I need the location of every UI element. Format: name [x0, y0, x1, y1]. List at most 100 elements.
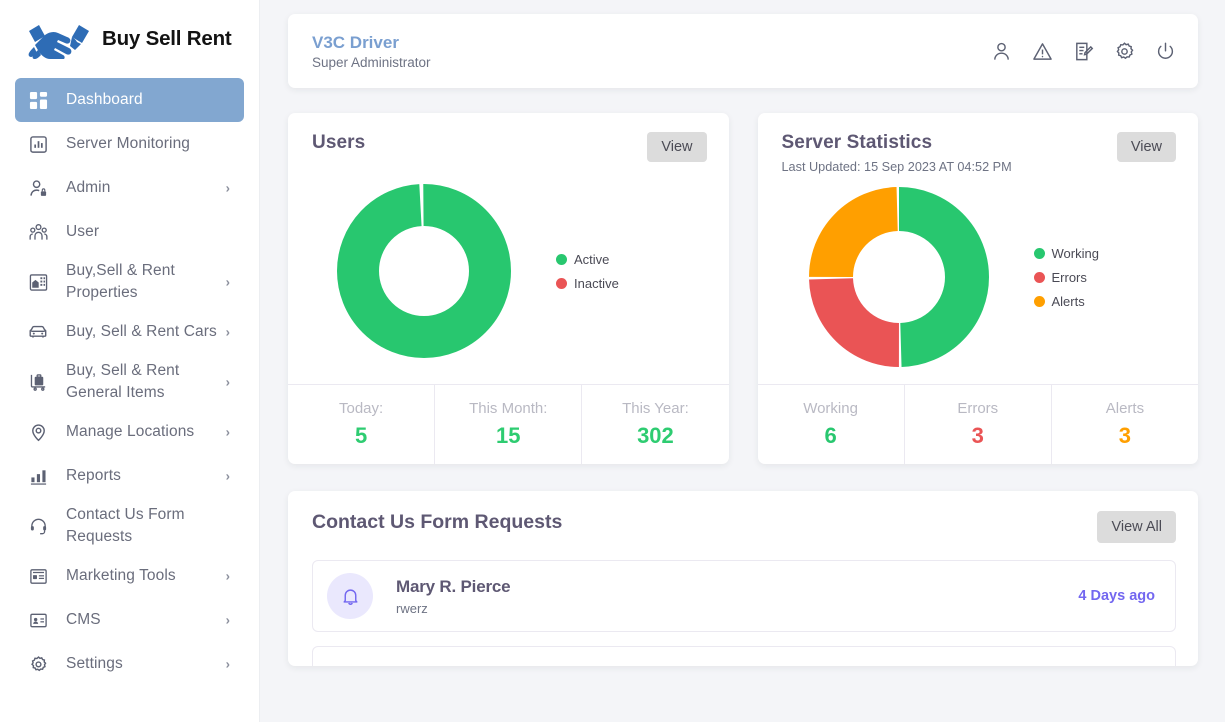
- sidebar-item-buy-sell-rent-cars[interactable]: Buy, Sell & Rent Cars ›: [15, 310, 244, 354]
- stat-value: 5: [354, 423, 368, 448]
- sidebar-item-label: Admin: [66, 179, 111, 196]
- server-view-button[interactable]: View: [1116, 132, 1176, 162]
- legend-label: Working: [1051, 245, 1099, 261]
- stat-value: 15: [496, 423, 521, 448]
- building-icon: [26, 270, 50, 294]
- chevron-right-icon: ›: [225, 568, 230, 584]
- bar-chart-icon: [26, 464, 50, 488]
- power-icon[interactable]: [1154, 40, 1176, 62]
- stat-value: 3: [971, 423, 984, 448]
- users-card: Users View Active Inactive Today: 5 This…: [288, 113, 729, 464]
- legend-item: Inactive: [556, 276, 619, 291]
- stat-value: 3: [1118, 423, 1132, 448]
- chevron-right-icon: ›: [225, 424, 230, 440]
- sidebar-item-label: Buy, Sell & Rent Cars: [66, 323, 217, 340]
- legend-dot-alerts: [1033, 295, 1045, 307]
- headset-icon: [26, 514, 50, 538]
- legend-dot-inactive: [556, 277, 567, 289]
- server-card-header: Server Statistics Last Updated: 15 Sep 2…: [758, 113, 1199, 174]
- sidebar-item-user[interactable]: User: [15, 210, 244, 254]
- server-chart-area: Working Errors Alerts: [758, 174, 1199, 384]
- sidebar-item-label: Marketing Tools: [66, 567, 176, 584]
- server-chart-legend: Working Errors Alerts: [1033, 245, 1099, 309]
- sidebar-item-label: Manage Locations: [66, 423, 195, 440]
- stat-cell-working: Working 6: [758, 385, 904, 464]
- sidebar-item-cms[interactable]: CMS ›: [15, 598, 244, 642]
- main-content: V3C Driver Super Administrator Users Vie…: [260, 0, 1225, 722]
- stat-cell-errors: Errors 3: [903, 385, 1051, 464]
- sidebar-item-label: Buy, Sell & Rent General Items: [66, 362, 180, 401]
- users-view-button[interactable]: View: [647, 132, 707, 162]
- user-lock-icon: [26, 176, 50, 200]
- edit-document-icon[interactable]: [1072, 40, 1094, 62]
- legend-label: Alerts: [1051, 293, 1085, 309]
- dashboard-cards-row: Users View Active Inactive Today: 5 This…: [288, 113, 1198, 464]
- app-root: Buy Sell Rent Dashboard Server Monitorin…: [0, 0, 1225, 722]
- sidebar-item-label: Contact Us Form Requests: [66, 506, 185, 545]
- topbar-user-name: V3C Driver: [312, 33, 399, 53]
- sidebar-item-manage-locations[interactable]: Manage Locations ›: [15, 410, 244, 454]
- stat-label: Alerts: [1105, 400, 1145, 417]
- users-group-icon: [26, 220, 50, 244]
- sidebar-item-label: Reports: [66, 467, 121, 484]
- car-icon: [26, 320, 50, 344]
- map-pin-icon: [26, 420, 50, 444]
- stat-label: Today:: [338, 400, 384, 417]
- legend-dot-active: [556, 253, 567, 265]
- sidebar-item-dashboard[interactable]: Dashboard: [15, 78, 244, 122]
- bell-icon: [327, 573, 373, 619]
- sidebar-item-label: Dashboard: [66, 91, 143, 108]
- brand-logo[interactable]: Buy Sell Rent: [0, 0, 259, 78]
- topbar-user-block: V3C Driver Super Administrator: [312, 32, 431, 69]
- profile-icon[interactable]: [990, 40, 1012, 62]
- legend-dot-errors: [1033, 271, 1045, 283]
- sidebar-item-buy-sell-rent-properties[interactable]: Buy,Sell & Rent Properties ›: [15, 254, 244, 310]
- chevron-right-icon: ›: [225, 468, 230, 484]
- sidebar-item-buy-sell-rent-general-items[interactable]: Buy, Sell & Rent General Items ›: [15, 354, 244, 410]
- contact-request-time: 4 Days ago: [1078, 588, 1155, 604]
- contact-request-name: Mary R. Pierce: [396, 576, 511, 596]
- sidebar-item-settings[interactable]: Settings ›: [15, 642, 244, 686]
- contact-view-all-button[interactable]: View All: [1097, 511, 1176, 543]
- contact-requests-title: Contact Us Form Requests: [312, 511, 563, 533]
- sidebar-item-admin[interactable]: Admin ›: [15, 166, 244, 210]
- server-card-title: Server Statistics: [781, 132, 933, 153]
- sidebar-item-label: CMS: [66, 611, 101, 628]
- sidebar-item-label: Server Monitoring: [66, 135, 191, 152]
- shopping-trolley-icon: [26, 370, 50, 394]
- legend-label: Errors: [1051, 269, 1087, 285]
- sidebar-item-reports[interactable]: Reports ›: [15, 454, 244, 498]
- sidebar-item-label: Settings: [66, 655, 123, 672]
- handshake-icon: [28, 25, 89, 59]
- legend-label: Inactive: [574, 275, 619, 291]
- users-card-footer: Today: 5 This Month: 15 This Year: 302: [288, 384, 729, 464]
- chevron-right-icon: ›: [225, 656, 230, 672]
- stat-label: Working: [803, 400, 858, 417]
- users-chart-legend: Active Inactive: [556, 252, 619, 291]
- chevron-right-icon: ›: [225, 612, 230, 628]
- legend-item: Active: [556, 252, 619, 267]
- legend-label: Active: [574, 251, 610, 267]
- legend-dot-working: [1033, 247, 1045, 259]
- contact-request-row[interactable]: Mary R. Pierce rwerz 4 Days ago: [312, 560, 1176, 632]
- warning-triangle-icon[interactable]: [1031, 40, 1053, 62]
- legend-item: Working: [1033, 245, 1099, 261]
- gear-icon: [26, 652, 50, 676]
- server-card-footer: Working 6 Errors 3 Alerts 3: [757, 384, 1198, 464]
- grid-dashboard-icon: [26, 88, 50, 112]
- stat-value: 302: [637, 423, 674, 448]
- server-statistics-card: Server Statistics Last Updated: 15 Sep 2…: [757, 113, 1199, 464]
- gear-icon[interactable]: [1113, 40, 1135, 62]
- stat-cell-alerts: Alerts 3: [1050, 385, 1198, 464]
- sidebar-item-contact-us-form-requests[interactable]: Contact Us Form Requests: [15, 498, 244, 554]
- sidebar-item-label: Buy,Sell & Rent Properties: [66, 262, 175, 301]
- stat-value: 6: [824, 423, 837, 448]
- sidebar-item-marketing-tools[interactable]: Marketing Tools ›: [15, 554, 244, 598]
- sidebar-item-server-monitoring[interactable]: Server Monitoring: [15, 122, 244, 166]
- contact-request-row-partial[interactable]: [312, 646, 1176, 666]
- stat-label: This Year:: [622, 400, 689, 417]
- stat-cell-this-month: This Month: 15: [434, 385, 581, 464]
- users-chart-area: Active Inactive: [288, 162, 729, 384]
- users-donut-chart: [334, 181, 514, 361]
- brand-name: Buy Sell Rent: [102, 27, 232, 50]
